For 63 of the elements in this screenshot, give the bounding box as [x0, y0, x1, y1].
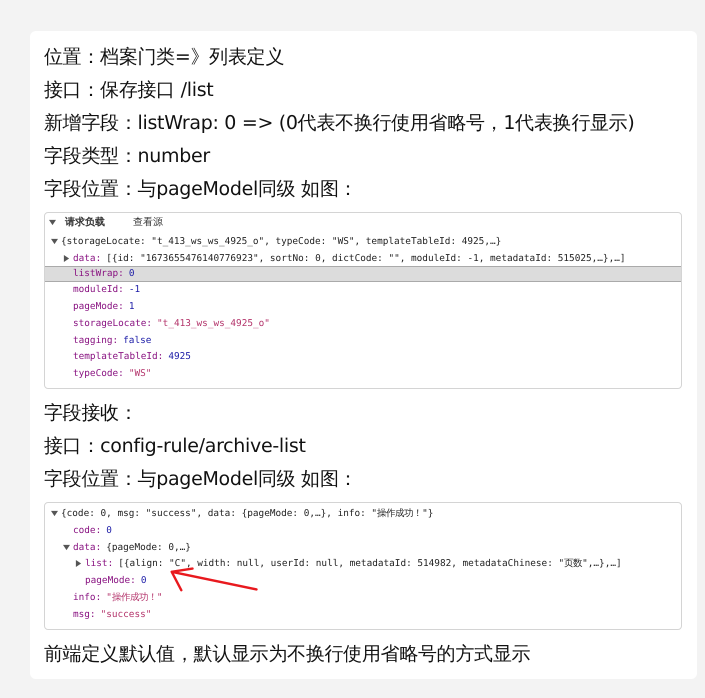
property-key: templateTableId:: [73, 351, 164, 362]
property-key: msg:: [73, 608, 96, 620]
highlighted-tree-row[interactable]: listWrap: 0: [45, 266, 681, 282]
property-key: listWrap:: [73, 268, 124, 280]
note-line: 字段位置：与pageModel同级 如图：: [44, 467, 358, 492]
expanded-triangle-icon[interactable]: [63, 544, 70, 551]
property-value: 4925: [168, 351, 191, 362]
property-value: -1: [128, 284, 140, 296]
view-source-link[interactable]: 查看源: [133, 215, 163, 229]
tree-row[interactable]: data: {pageMode: 0,…}: [45, 538, 681, 556]
section-title: 请求负载: [65, 216, 105, 229]
tree-row[interactable]: templateTableId: 4925: [45, 348, 681, 366]
note-line: 位置：档案门类=》列表定义: [44, 45, 286, 70]
collapsed-triangle-icon[interactable]: [75, 560, 82, 568]
property-key: tagging:: [73, 334, 118, 346]
note-line: 字段接收：: [44, 401, 139, 426]
tree-row[interactable]: pageMode: 1: [45, 298, 681, 315]
tree-row[interactable]: moduleId: -1: [45, 281, 681, 298]
property-key: moduleId:: [73, 284, 124, 296]
tree-row[interactable]: typeCode: "WS": [45, 365, 681, 382]
expanded-triangle-icon[interactable]: [49, 218, 56, 226]
tree-row[interactable]: msg: "success": [45, 606, 681, 623]
property-value: "操作成功！": [106, 591, 163, 604]
property-value: {pageMode: 0,…}: [106, 542, 191, 553]
tree-row[interactable]: info: "操作成功！": [45, 589, 681, 606]
property-value: "success": [100, 608, 152, 620]
note-line: 接口：保存接口 /list: [44, 78, 214, 103]
property-value: [{id: "1673655476140776923", sortNo: 0, dictCode: "", moduleId: -1, metadataId: 515025,…},…]: [106, 252, 626, 264]
property-value: 0: [106, 524, 112, 536]
property-key: storageLocate:: [73, 318, 152, 329]
property-value: 1: [128, 301, 134, 312]
tree-row[interactable]: pageMode: 0: [45, 572, 681, 590]
property-key: code:: [73, 524, 102, 536]
property-key: pageMode:: [85, 575, 136, 586]
note-line: 字段类型：number: [44, 144, 212, 169]
tree-row[interactable]: data: [{id: "1673655476140776923", sortNo: 0, dictCode: "", moduleId: -1, metadataId: 515025,…},…]: [45, 250, 681, 267]
note-line: 接口：config-rule/archive-list: [44, 434, 307, 460]
property-value: [{align: "C", width: null, userId: null, metadataId: 514982, metadataChinese: "页数",…},…]: [118, 557, 622, 570]
property-value: 0: [128, 268, 134, 280]
tree-row[interactable]: code: 0: [45, 522, 681, 539]
tree-row[interactable]: {code: 0, msg: "success", data: {pageMode: 0,…}, info: "操作成功！"}: [45, 505, 681, 522]
note-line: 字段位置：与pageModel同级 如图：: [44, 177, 358, 202]
tree-row[interactable]: {storageLocate: "t_413_ws_ws_4925_o", typeCode: "WS", templateTableId: 4925,…}: [45, 233, 681, 250]
property-value: {code: 0, msg: "success", data: {pageMode: 0,…}, info: "操作成功！"}: [61, 507, 434, 520]
property-key: info:: [73, 592, 102, 604]
property-value: false: [123, 334, 152, 346]
tree-row[interactable]: list: [{align: "C", width: null, userId: null, metadataId: 514982, metadataChinese: "页数",…},…]: [45, 556, 681, 572]
note-line: 前端定义默认值，默认显示为不换行使用省略号的方式显示: [44, 642, 532, 667]
property-key: data:: [73, 252, 102, 264]
property-key: typeCode:: [73, 368, 124, 380]
property-key: pageMode:: [73, 301, 124, 312]
property-value: "t_413_ws_ws_4925_o": [157, 318, 270, 329]
property-value: 0: [140, 575, 146, 586]
property-value: "WS": [128, 368, 152, 380]
property-key: list:: [85, 558, 114, 570]
collapsed-triangle-icon[interactable]: [63, 254, 70, 262]
tree-row[interactable]: tagging: false: [45, 332, 681, 349]
note-line: 新增字段：listWrap: 0 => (0代表不换行使用省略号，1代表换行显示): [44, 111, 636, 136]
expanded-triangle-icon[interactable]: [51, 238, 58, 245]
expanded-triangle-icon[interactable]: [51, 510, 58, 518]
property-value: {storageLocate: "t_413_ws_ws_4925_o", typeCode: "WS", templateTableId: 4925,…}: [61, 236, 502, 247]
property-key: data:: [73, 542, 102, 553]
tree-row[interactable]: storageLocate: "t_413_ws_ws_4925_o": [45, 314, 681, 332]
